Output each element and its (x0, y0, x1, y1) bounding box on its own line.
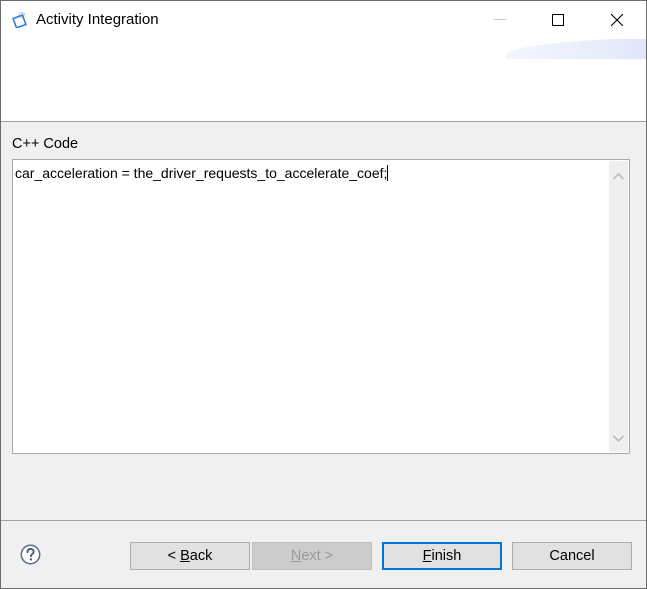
finish-label: inish (431, 548, 462, 564)
code-textarea[interactable]: car_acceleration = the_driver_requests_t… (12, 159, 630, 454)
minimize-icon (494, 19, 506, 20)
next-button[interactable]: Next > (252, 542, 372, 570)
activity-integration-dialog: Activity Integration C++ Code car_accele… (0, 0, 647, 589)
minimize-button[interactable] (477, 1, 523, 39)
window-title: Activity Integration (36, 11, 159, 28)
back-label: ack (189, 548, 213, 564)
scroll-down-arrow-icon[interactable] (612, 429, 625, 447)
next-mnemonic: N (290, 548, 302, 564)
finish-mnemonic: F (422, 548, 432, 564)
footer-separator (1, 520, 646, 521)
banner-graphic (506, 39, 646, 59)
cancel-label: Cancel (549, 548, 595, 564)
code-text: car_acceleration = the_driver_requests_t… (15, 165, 389, 181)
code-label: C++ Code (12, 136, 79, 152)
activity-diamond-icon (12, 11, 28, 29)
cancel-button[interactable]: Cancel (512, 542, 632, 570)
title-bar[interactable]: Activity Integration (1, 1, 646, 39)
back-prefix: < (167, 548, 181, 564)
next-label: ext > (301, 548, 334, 564)
maximize-icon (552, 14, 564, 26)
help-question-icon[interactable] (20, 544, 41, 565)
close-icon (611, 14, 623, 26)
back-mnemonic: B (180, 548, 190, 564)
text-caret (387, 165, 389, 181)
scroll-up-arrow-icon[interactable] (612, 167, 625, 185)
close-button[interactable] (594, 1, 640, 39)
finish-button[interactable]: Finish (382, 542, 502, 570)
vertical-scrollbar[interactable] (609, 161, 628, 452)
maximize-button[interactable] (535, 1, 581, 39)
back-button[interactable]: < Back (130, 542, 250, 570)
code-value: car_acceleration = the_driver_requests_t… (15, 165, 388, 181)
wizard-banner (1, 39, 646, 122)
